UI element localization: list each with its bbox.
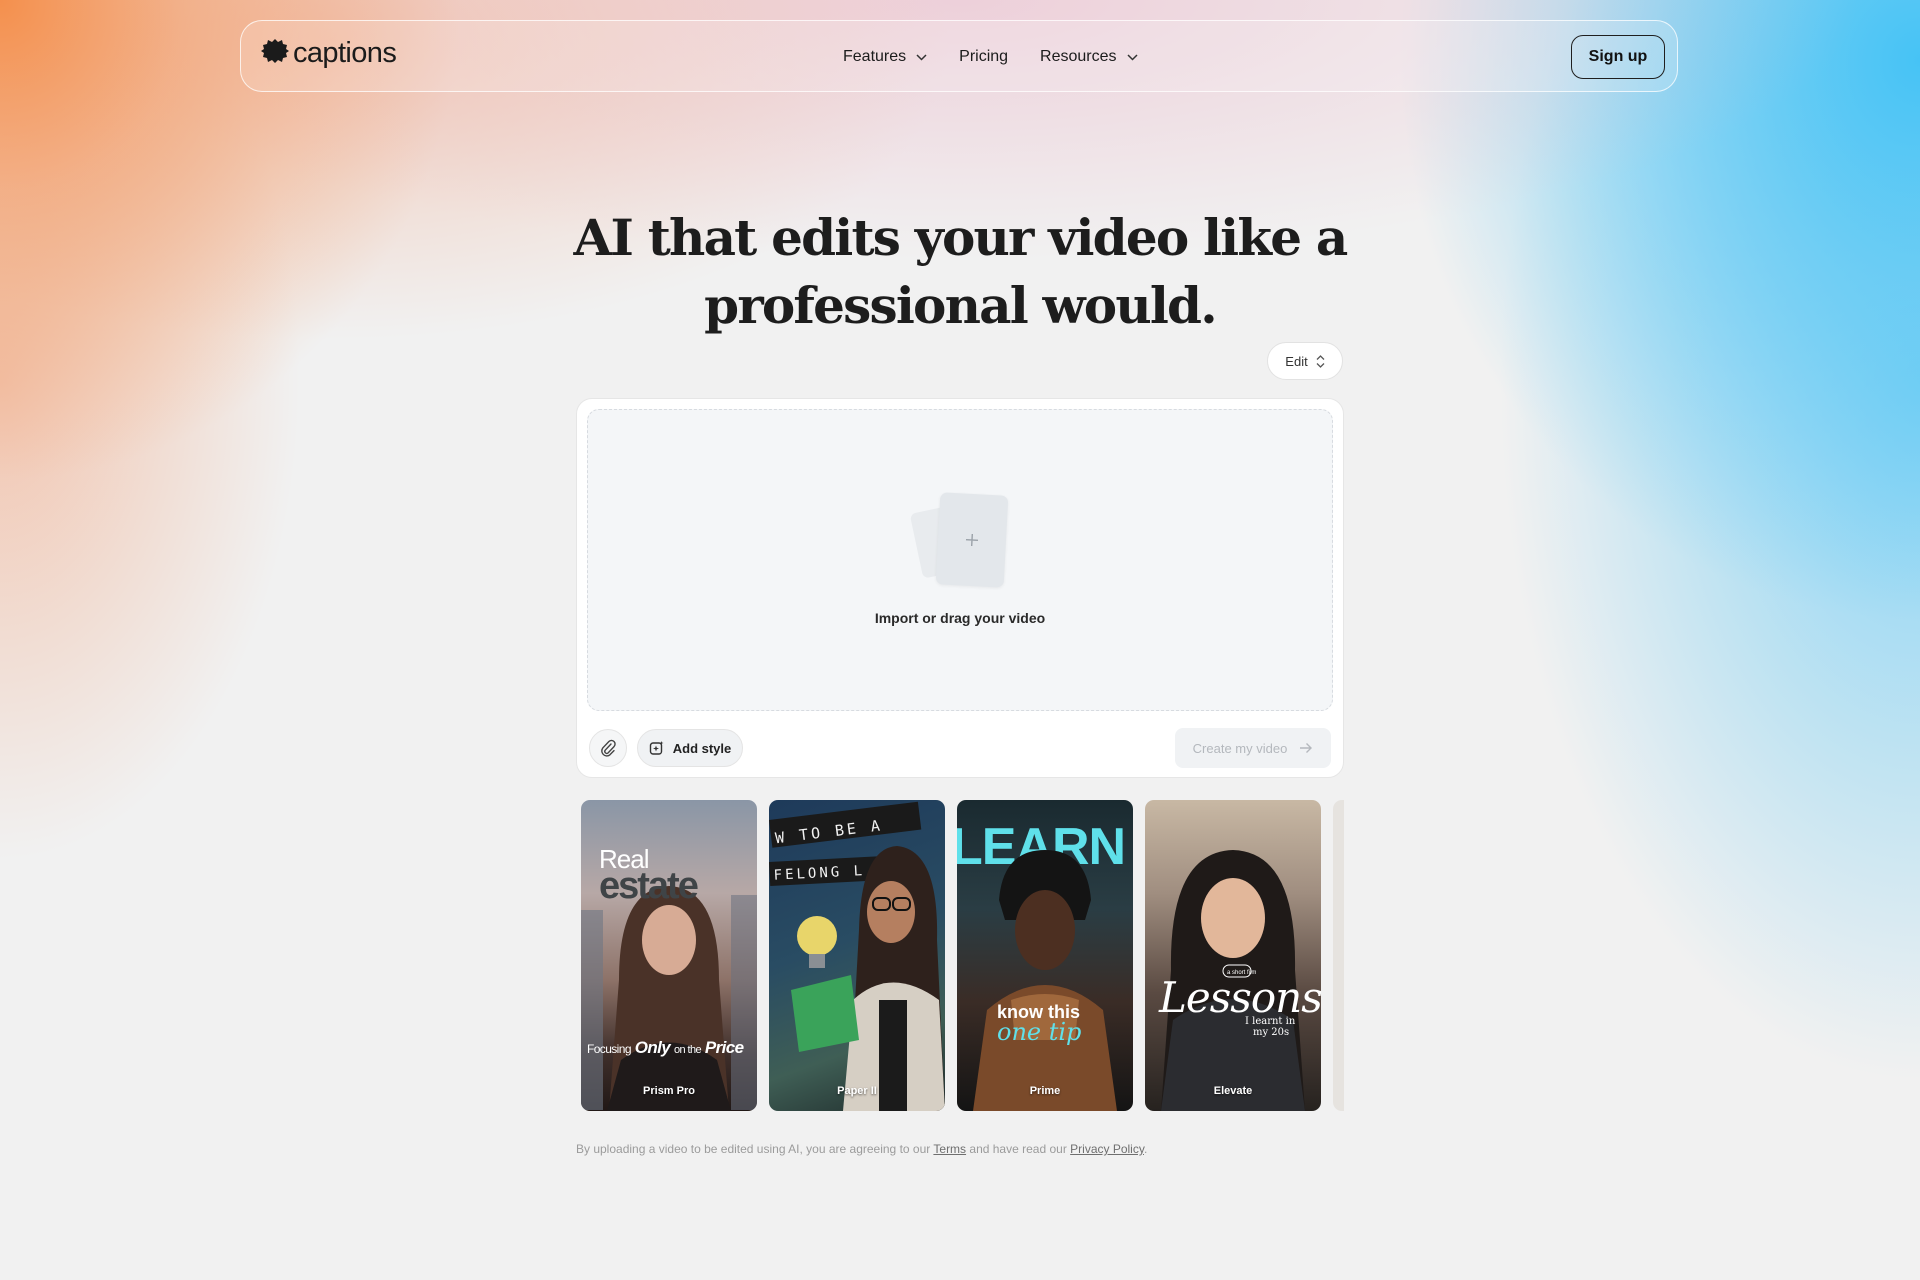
elevate-overlay-caption-1: I learnt in (1245, 1016, 1296, 1027)
plus-icon (965, 533, 979, 547)
disclaimer-text: By uploading a video to be edited using … (576, 1142, 931, 1156)
style-card-paper-ii[interactable]: W TO BE A FELONG L Paper II (769, 800, 945, 1111)
hero-headline: AI that edits your video like a professi… (560, 204, 1360, 340)
prism-pro-overlay-title-2: estate (599, 865, 698, 907)
file-placeholder-front (935, 492, 1009, 588)
sign-up-button[interactable]: Sign up (1571, 35, 1665, 79)
nav-item-label: Resources (1040, 48, 1117, 65)
nav-links: Features Pricing Resources (843, 21, 1138, 93)
style-name: Prism Pro (643, 1085, 695, 1097)
elevate-preview: a short film Lessons I learnt in my 20s (1158, 850, 1321, 1111)
style-card-partial[interactable] (1333, 800, 1344, 1111)
brand-logo[interactable]: captions (261, 37, 397, 70)
prime-overlay-caption-2: one tip (997, 1018, 1081, 1046)
hero-line-1: AI that edits your video like a (573, 208, 1349, 267)
nav-item-resources[interactable]: Resources (1040, 48, 1138, 66)
prime-preview: LEARN know this one tip (957, 818, 1126, 1111)
paperclip-icon (601, 739, 616, 757)
add-style-button[interactable]: Add style (637, 729, 743, 767)
terms-link[interactable]: Terms (933, 1142, 966, 1156)
arrow-right-icon (1300, 743, 1313, 753)
disclaimer-middle: and have read our (969, 1142, 1067, 1156)
chevron-up-down-icon (1316, 354, 1325, 368)
attach-button[interactable] (589, 729, 627, 767)
privacy-policy-link[interactable]: Privacy Policy (1070, 1142, 1144, 1156)
style-card-prism-pro[interactable]: Real estate Focusing Only on the Price P… (581, 800, 757, 1111)
dropzone-label: Import or drag your video (874, 610, 1046, 626)
top-navigation: captions Features Pricing Resources Sign… (240, 20, 1678, 92)
brand-name: captions (293, 37, 397, 69)
disclaimer-end: . (1143, 1142, 1148, 1156)
create-video-label: Create my video (1192, 740, 1288, 756)
create-video-button[interactable]: Create my video (1175, 728, 1331, 768)
style-carousel: Real estate Focusing Only on the Price P… (581, 800, 1344, 1112)
style-card-prime[interactable]: LEARN know this one tip Prime (957, 800, 1133, 1111)
chevron-down-icon (916, 53, 927, 61)
upload-card: Import or drag your video Add style Crea… (576, 398, 1344, 778)
style-name: Elevate (1213, 1085, 1253, 1097)
style-name: Paper II (837, 1085, 877, 1097)
chevron-down-icon (1127, 53, 1138, 61)
style-sparkle-icon (649, 741, 664, 755)
style-name: Prime (1029, 1085, 1061, 1097)
mode-select-value: Edit (1285, 353, 1308, 369)
elevate-overlay-caption-2: my 20s (1253, 1027, 1289, 1038)
prism-pro-preview: Real estate Focusing Only on the Price (581, 844, 757, 1111)
mode-select[interactable]: Edit (1267, 342, 1343, 380)
style-card-elevate[interactable]: a short film Lessons I learnt in my 20s … (1145, 800, 1321, 1111)
paper-ii-preview: W TO BE A FELONG L (769, 801, 945, 1111)
nav-item-label: Pricing (959, 48, 1009, 65)
hero-line-2: professional would. (704, 276, 1217, 335)
elevate-overlay-title: Lessons (1158, 973, 1321, 1022)
prism-pro-overlay-caption: Focusing Only on the Price (587, 1038, 744, 1057)
nav-item-label: Features (843, 48, 907, 65)
add-style-label: Add style (672, 740, 732, 756)
nav-item-features[interactable]: Features (843, 48, 927, 66)
captions-logo-icon (261, 38, 289, 69)
upload-disclaimer: By uploading a video to be edited using … (576, 1142, 1147, 1156)
nav-item-pricing[interactable]: Pricing (959, 48, 1008, 66)
video-dropzone[interactable]: Import or drag your video (587, 409, 1333, 711)
